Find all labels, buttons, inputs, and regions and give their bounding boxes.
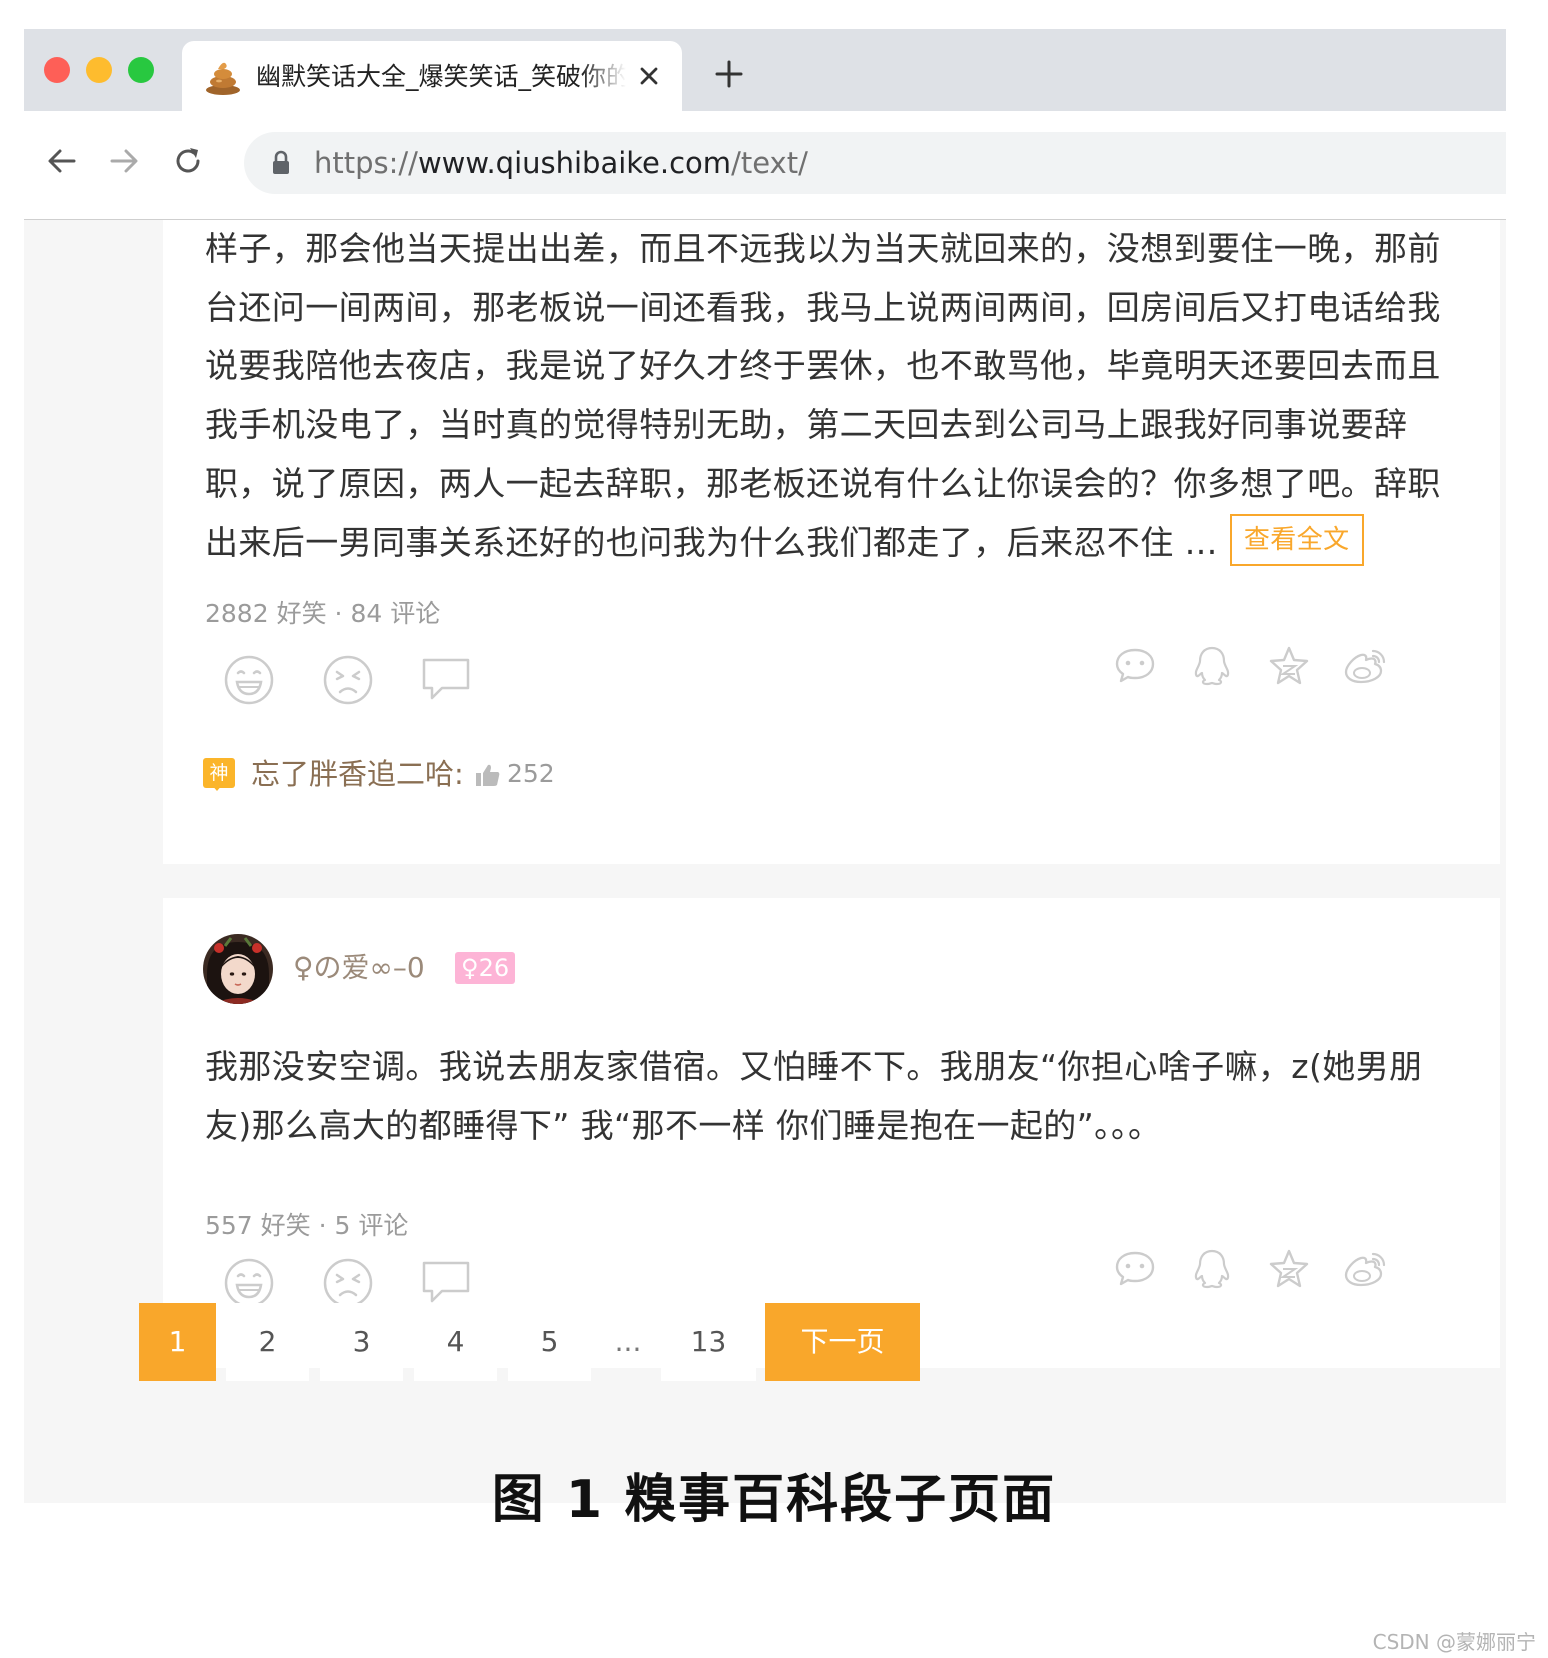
qzone-star-icon[interactable] — [1267, 1247, 1311, 1291]
weibo-icon[interactable] — [1343, 1247, 1387, 1291]
reload-icon[interactable] — [170, 143, 206, 179]
wechat-icon[interactable] — [1113, 1247, 1157, 1291]
forward-arrow-icon[interactable] — [106, 143, 142, 179]
author-username[interactable]: ♀の爱∞–0 — [293, 948, 425, 988]
close-tab-icon[interactable] — [636, 63, 662, 89]
browser-tab[interactable]: 幽默笑话大全_爆笑笑话_笑破你的肚子的搞笑段子 - 糗事百科 — [182, 41, 682, 111]
qq-icon[interactable] — [1190, 644, 1234, 688]
post-content[interactable]: 样子，那会他当天提出出差，而且不远我以为当天就回来的，没想到要住一晚，那前 台还… — [205, 220, 1445, 572]
comment-bubble-icon[interactable] — [418, 650, 474, 706]
thumbs-up-icon[interactable] — [475, 762, 501, 788]
minimize-window-button[interactable] — [86, 57, 112, 83]
post-card: ♀の爱∞–0 ♀26 我那没安空调。我说去朋友家借宿。又怕睡不下。我朋友“你担心… — [163, 898, 1500, 1368]
age-badge: ♀26 — [455, 952, 516, 984]
tab-strip: 幽默笑话大全_爆笑笑话_笑破你的肚子的搞笑段子 - 糗事百科 — [24, 29, 1506, 111]
smile-face-icon[interactable] — [221, 652, 277, 708]
comment-bubble-icon[interactable] — [418, 1253, 474, 1309]
browser-window: 幽默笑话大全_爆笑笑话_笑破你的肚子的搞笑段子 - 糗事百科 https://w… — [24, 29, 1506, 1503]
back-arrow-icon[interactable] — [44, 143, 80, 179]
new-tab-icon[interactable] — [714, 59, 744, 89]
post-stats: 2882 好笑 · 84 评论 — [205, 599, 441, 628]
watermark: CSDN @蒙娜丽宁 — [1372, 1630, 1536, 1654]
view-full-text-button[interactable]: 查看全文 — [1229, 514, 1364, 567]
pagination-ellipsis: ... — [614, 1325, 642, 1358]
maximize-window-button[interactable] — [128, 57, 154, 83]
page-button-1[interactable]: 1 — [139, 1303, 216, 1381]
lock-icon — [273, 150, 289, 174]
address-bar[interactable]: https://www.qiushibaike.com/text/ — [244, 132, 1506, 194]
tab-title: 幽默笑话大全_爆笑笑话_笑破你的肚子的搞笑段子 - 糗事百科 — [256, 62, 626, 91]
next-page-button[interactable]: 下一页 — [765, 1303, 920, 1381]
avatar[interactable] — [203, 934, 273, 1004]
post-stats: 557 好笑 · 5 评论 — [205, 1211, 409, 1240]
weibo-icon[interactable] — [1343, 644, 1387, 688]
post-card: 样子，那会他当天提出出差，而且不远我以为当天就回来的，没想到要住一晚，那前 台还… — [163, 220, 1500, 864]
god-comment-username[interactable]: 忘了胖香追二哈: — [251, 754, 464, 794]
god-comment-likes: 252 — [507, 759, 555, 788]
page-button-2[interactable]: 2 — [226, 1303, 309, 1381]
qzone-star-icon[interactable] — [1267, 644, 1311, 688]
page-button-4[interactable]: 4 — [414, 1303, 497, 1381]
url-text: https://www.qiushibaike.com/text/ — [314, 146, 808, 180]
browser-toolbar: https://www.qiushibaike.com/text/ — [24, 111, 1506, 220]
close-window-button[interactable] — [44, 57, 70, 83]
wechat-icon[interactable] — [1113, 644, 1157, 688]
page-button-5[interactable]: 5 — [508, 1303, 591, 1381]
page-button-last[interactable]: 13 — [661, 1303, 756, 1381]
poop-icon — [206, 62, 240, 95]
page-button-3[interactable]: 3 — [320, 1303, 403, 1381]
qq-icon[interactable] — [1190, 1247, 1234, 1291]
frown-face-icon[interactable] — [320, 652, 376, 708]
god-comment-badge-tail — [211, 784, 223, 791]
post-content[interactable]: 我那没安空调。我说去朋友家借宿。又怕睡不下。我朋友“你担心啥子嘛，z(她男朋 友… — [205, 1038, 1445, 1155]
figure-caption: 图 1 糗事百科段子页面 — [491, 1470, 1057, 1530]
page-content: 样子，那会他当天提出出差，而且不远我以为当天就回来的，没想到要住一晚，那前 台还… — [24, 220, 1506, 1503]
